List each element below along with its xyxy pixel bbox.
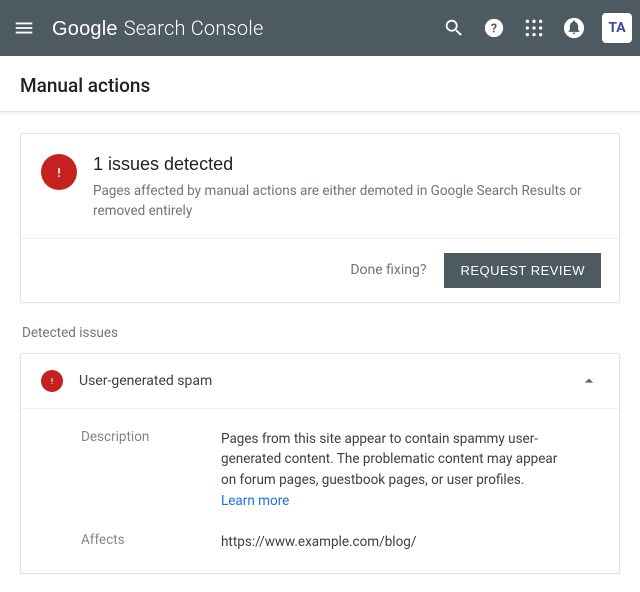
alert-icon — [41, 370, 63, 392]
divider — [0, 112, 640, 115]
help-icon[interactable]: ? — [482, 16, 506, 40]
detected-issues-label: Detected issues — [22, 325, 620, 341]
summary-heading: 1 issues detected — [93, 154, 599, 175]
action-row: Done fixing? REQUEST REVIEW — [21, 238, 619, 302]
description-value: Pages from this site appear to contain s… — [221, 429, 561, 513]
search-icon[interactable] — [442, 16, 466, 40]
main-content: 1 issues detected Pages affected by manu… — [0, 115, 640, 592]
issue-card: User-generated spam Description Pages fr… — [20, 353, 620, 575]
issue-title: User-generated spam — [79, 373, 563, 389]
affects-label: Affects — [81, 532, 221, 553]
done-fixing-label: Done fixing? — [350, 262, 426, 278]
logo-secondary: Search Console — [124, 16, 264, 40]
issue-body: Description Pages from this site appear … — [21, 408, 619, 574]
top-bar: Google Search Console ? TA — [0, 0, 640, 56]
product-logo[interactable]: Google Search Console — [52, 16, 264, 41]
page-title: Manual actions — [0, 56, 640, 112]
account-avatar[interactable]: TA — [602, 13, 632, 43]
notifications-icon[interactable] — [562, 16, 586, 40]
request-review-button[interactable]: REQUEST REVIEW — [444, 253, 601, 288]
apps-icon[interactable] — [522, 16, 546, 40]
alert-icon — [41, 154, 77, 190]
description-label: Description — [81, 429, 221, 513]
chevron-up-icon — [579, 371, 599, 391]
description-text: Pages from this site appear to contain s… — [221, 431, 557, 489]
summary-card: 1 issues detected Pages affected by manu… — [20, 133, 620, 303]
svg-text:?: ? — [491, 22, 497, 37]
summary-subtext: Pages affected by manual actions are eit… — [93, 181, 599, 222]
learn-more-link[interactable]: Learn more — [221, 493, 289, 509]
logo-primary: Google — [52, 18, 118, 41]
affects-value: https://www.example.com/blog/ — [221, 532, 561, 553]
avatar-initials: TA — [608, 20, 625, 36]
menu-icon[interactable] — [12, 16, 36, 40]
issue-header[interactable]: User-generated spam — [21, 354, 619, 408]
